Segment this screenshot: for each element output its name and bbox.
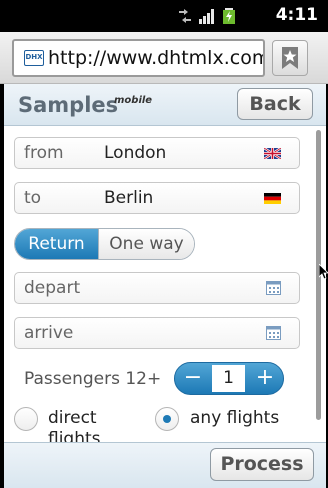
url-bar[interactable]: DHX http://www.dhtmlx.com/...	[12, 39, 265, 77]
browser-toolbar: DHX http://www.dhtmlx.com/...	[0, 32, 328, 84]
from-field[interactable]: from London	[14, 137, 300, 169]
trip-type-toggle: Return One way	[14, 228, 195, 260]
to-field[interactable]: to Berlin	[14, 182, 300, 214]
depart-placeholder: depart	[24, 278, 81, 298]
from-label: from	[24, 143, 64, 163]
signal-icon	[199, 9, 214, 24]
depart-field[interactable]: depart	[14, 272, 300, 304]
calendar-icon[interactable]	[266, 281, 281, 295]
increment-button[interactable]: +	[247, 363, 283, 394]
app-container: Samples mobile Back from London to Berli…	[4, 84, 326, 488]
status-bar: 4:11	[0, 0, 328, 32]
decrement-button[interactable]: −	[175, 363, 211, 394]
arrive-field[interactable]: arrive	[14, 317, 300, 349]
to-label: to	[24, 188, 42, 208]
any-flights-label[interactable]: any flights	[190, 408, 279, 428]
germany-flag-icon[interactable]	[264, 193, 281, 204]
calendar-icon[interactable]	[266, 326, 281, 340]
back-button[interactable]: Back	[237, 88, 313, 120]
site-favicon: DHX	[24, 50, 44, 66]
uk-flag-icon[interactable]	[264, 148, 281, 159]
app-header: Samples mobile Back	[4, 84, 326, 126]
sync-icon	[179, 9, 191, 23]
return-option[interactable]: Return	[15, 229, 98, 259]
any-flights-radio[interactable]	[155, 407, 179, 431]
status-icons	[176, 7, 238, 25]
radio-selected-dot	[163, 415, 171, 423]
page-subtitle: mobile	[114, 95, 153, 106]
passengers-value[interactable]: 1	[212, 365, 245, 392]
from-value[interactable]: London	[104, 143, 166, 163]
bookmark-star-icon	[282, 47, 298, 69]
page-title: Samples	[18, 93, 119, 117]
mouse-cursor-icon	[319, 264, 328, 280]
direct-flights-radio[interactable]	[14, 407, 38, 431]
app-footer: Process	[4, 442, 326, 488]
bookmark-button[interactable]	[272, 40, 308, 76]
one-way-option[interactable]: One way	[98, 229, 194, 259]
battery-charging-icon	[223, 8, 235, 24]
passengers-label: Passengers 12+	[24, 369, 162, 389]
process-button[interactable]: Process	[210, 448, 314, 481]
passengers-stepper: − 1 +	[174, 362, 284, 395]
arrive-placeholder: arrive	[24, 323, 74, 343]
url-text[interactable]: http://www.dhtmlx.com/...	[48, 47, 263, 69]
clock: 4:11	[275, 5, 318, 25]
to-value[interactable]: Berlin	[104, 188, 153, 208]
